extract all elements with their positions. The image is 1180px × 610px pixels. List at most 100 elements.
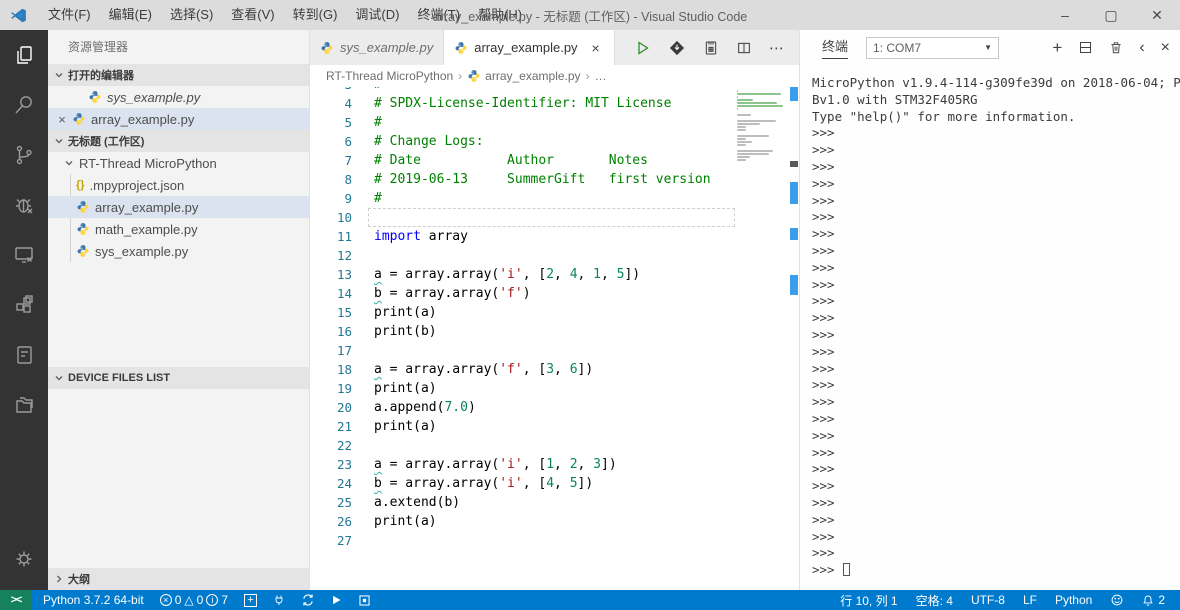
code-line-11[interactable]: 11 import array xyxy=(310,227,737,246)
search-icon[interactable] xyxy=(0,80,48,130)
menu-item[interactable]: 查看(V) xyxy=(222,0,283,30)
code-line-26[interactable]: 26 print(a) xyxy=(310,512,737,531)
line-number[interactable]: 27 xyxy=(310,531,352,550)
memory-chip-icon[interactable] xyxy=(703,40,719,56)
code-line-3[interactable]: 3# xyxy=(310,87,737,94)
menu-item[interactable]: 调试(D) xyxy=(346,0,408,30)
split-terminal-icon[interactable] xyxy=(1078,40,1093,55)
split-editor-icon[interactable] xyxy=(736,40,752,56)
line-number[interactable]: 18 xyxy=(310,360,352,379)
line-number[interactable]: 15 xyxy=(310,303,352,322)
line-number[interactable]: 22 xyxy=(310,436,352,455)
source-control-icon[interactable] xyxy=(0,130,48,180)
terminal-selector[interactable]: 1: COM7 ▼ xyxy=(866,36,1000,59)
line-number[interactable]: 3 xyxy=(310,87,352,94)
cursor-position[interactable]: 行 10, 列 1 xyxy=(835,590,902,610)
line-number[interactable]: 5 xyxy=(310,113,352,132)
notebook-icon[interactable] xyxy=(0,330,48,380)
collapse-panel-icon[interactable]: ‹ xyxy=(1139,39,1144,57)
tab-terminal[interactable]: 终端 xyxy=(822,36,849,59)
code-line-8[interactable]: 8 # 2019-06-13 SummerGift first version xyxy=(310,170,737,189)
connect-device-plug-icon[interactable] xyxy=(268,590,290,610)
menu-item[interactable]: 编辑(E) xyxy=(100,0,161,30)
code-line-21[interactable]: 21 print(a) xyxy=(310,417,737,436)
line-number[interactable]: 25 xyxy=(310,493,352,512)
code-line-13[interactable]: 13 a = array.array('i', [2, 4, 1, 5]) xyxy=(310,265,737,284)
more-actions-icon[interactable]: ⋯ xyxy=(769,39,785,57)
run-file-icon[interactable] xyxy=(635,40,651,56)
minimap[interactable] xyxy=(737,90,789,165)
explorer-icon[interactable] xyxy=(0,30,48,80)
outline-header[interactable]: 大纲 xyxy=(48,568,309,590)
settings-gear-icon[interactable] xyxy=(0,534,48,584)
debug-icon[interactable] xyxy=(0,180,48,230)
terminal-output[interactable]: MicroPython v1.9.4-114-g309fe39d on 2018… xyxy=(800,65,1180,590)
rtthread-download-icon[interactable] xyxy=(668,39,686,57)
breadcrumb-file[interactable]: array_example.py xyxy=(485,69,580,83)
tree-file-item[interactable]: {} .mpyproject.json xyxy=(48,174,309,196)
python-interpreter[interactable]: Python 3.7.2 64-bit xyxy=(38,590,149,610)
breadcrumb-folder[interactable]: RT-Thread MicroPython xyxy=(326,69,453,83)
line-number[interactable]: 10 xyxy=(310,208,352,227)
menu-item[interactable]: 选择(S) xyxy=(161,0,222,30)
line-number[interactable]: 13 xyxy=(310,265,352,284)
code-line-22[interactable]: 22 xyxy=(310,436,737,455)
line-number[interactable]: 19 xyxy=(310,379,352,398)
code-line-25[interactable]: 25 a.extend(b) xyxy=(310,493,737,512)
line-number[interactable]: 21 xyxy=(310,417,352,436)
line-number[interactable]: 23 xyxy=(310,455,352,474)
code-line-9[interactable]: 9 # xyxy=(310,189,737,208)
code-line-15[interactable]: 15 print(a) xyxy=(310,303,737,322)
code-line-20[interactable]: 20 a.append(7.0) xyxy=(310,398,737,417)
feedback-smiley-icon[interactable] xyxy=(1105,590,1129,610)
folders-icon[interactable] xyxy=(0,380,48,430)
menu-item[interactable]: 帮助(H) xyxy=(469,0,531,30)
code-line-7[interactable]: 7 # Date Author Notes xyxy=(310,151,737,170)
stop-icon[interactable] xyxy=(353,590,376,610)
tree-file-item[interactable]: sys_example.py xyxy=(48,240,309,262)
close-icon[interactable]: × xyxy=(54,112,70,127)
run-device-play-icon[interactable] xyxy=(326,590,347,610)
new-terminal-icon[interactable]: + xyxy=(1052,38,1062,58)
kill-terminal-trash-icon[interactable] xyxy=(1109,40,1123,55)
eol-sequence[interactable]: LF xyxy=(1018,590,1042,610)
line-number[interactable]: 20 xyxy=(310,398,352,417)
menu-item[interactable]: 终端(T) xyxy=(408,0,469,30)
workspace-header[interactable]: 无标题 (工作区) xyxy=(48,130,309,152)
line-number[interactable]: 9 xyxy=(310,189,352,208)
close-icon[interactable]: × xyxy=(588,40,604,56)
minimize-button[interactable]: – xyxy=(1042,0,1088,30)
indentation[interactable]: 空格: 4 xyxy=(911,590,958,610)
line-number[interactable]: 12 xyxy=(310,246,352,265)
sync-icon[interactable] xyxy=(296,590,320,610)
code-line-27[interactable]: 27 xyxy=(310,531,737,550)
open-editors-header[interactable]: 打开的编辑器 xyxy=(48,64,309,86)
line-number[interactable]: 4 xyxy=(310,94,352,113)
tab-array-example[interactable]: array_example.py × xyxy=(444,30,615,65)
code-line-19[interactable]: 19 print(a) xyxy=(310,379,737,398)
extensions-icon[interactable] xyxy=(0,280,48,330)
code-editor[interactable]: 3#4# SPDX-License-Identifier: MIT Licens… xyxy=(310,87,799,590)
line-number[interactable]: 11 xyxy=(310,227,352,246)
breadcrumb-symbol[interactable]: … xyxy=(595,69,607,83)
encoding[interactable]: UTF-8 xyxy=(966,590,1010,610)
code-line-18[interactable]: 18 a = array.array('f', [3, 6]) xyxy=(310,360,737,379)
line-number[interactable]: 26 xyxy=(310,512,352,531)
device-monitor-icon[interactable] xyxy=(0,230,48,280)
line-number[interactable]: 7 xyxy=(310,151,352,170)
line-number[interactable]: 14 xyxy=(310,284,352,303)
close-button[interactable]: ✕ xyxy=(1134,0,1180,30)
code-line-5[interactable]: 5 # xyxy=(310,113,737,132)
tab-sys-example[interactable]: sys_example.py xyxy=(310,30,445,65)
notifications-bell[interactable]: 2 xyxy=(1137,590,1170,610)
tree-file-item[interactable]: array_example.py xyxy=(48,196,309,218)
add-device-button[interactable]: + xyxy=(239,590,262,610)
language-mode[interactable]: Python xyxy=(1050,590,1097,610)
menu-item[interactable]: 文件(F) xyxy=(39,0,100,30)
maximize-button[interactable]: ▢ xyxy=(1088,0,1134,30)
code-line-14[interactable]: 14 b = array.array('f') xyxy=(310,284,737,303)
tree-file-item[interactable]: math_example.py xyxy=(48,218,309,240)
menu-item[interactable]: 转到(G) xyxy=(284,0,347,30)
line-number[interactable]: 8 xyxy=(310,170,352,189)
overview-ruler[interactable] xyxy=(789,87,799,590)
